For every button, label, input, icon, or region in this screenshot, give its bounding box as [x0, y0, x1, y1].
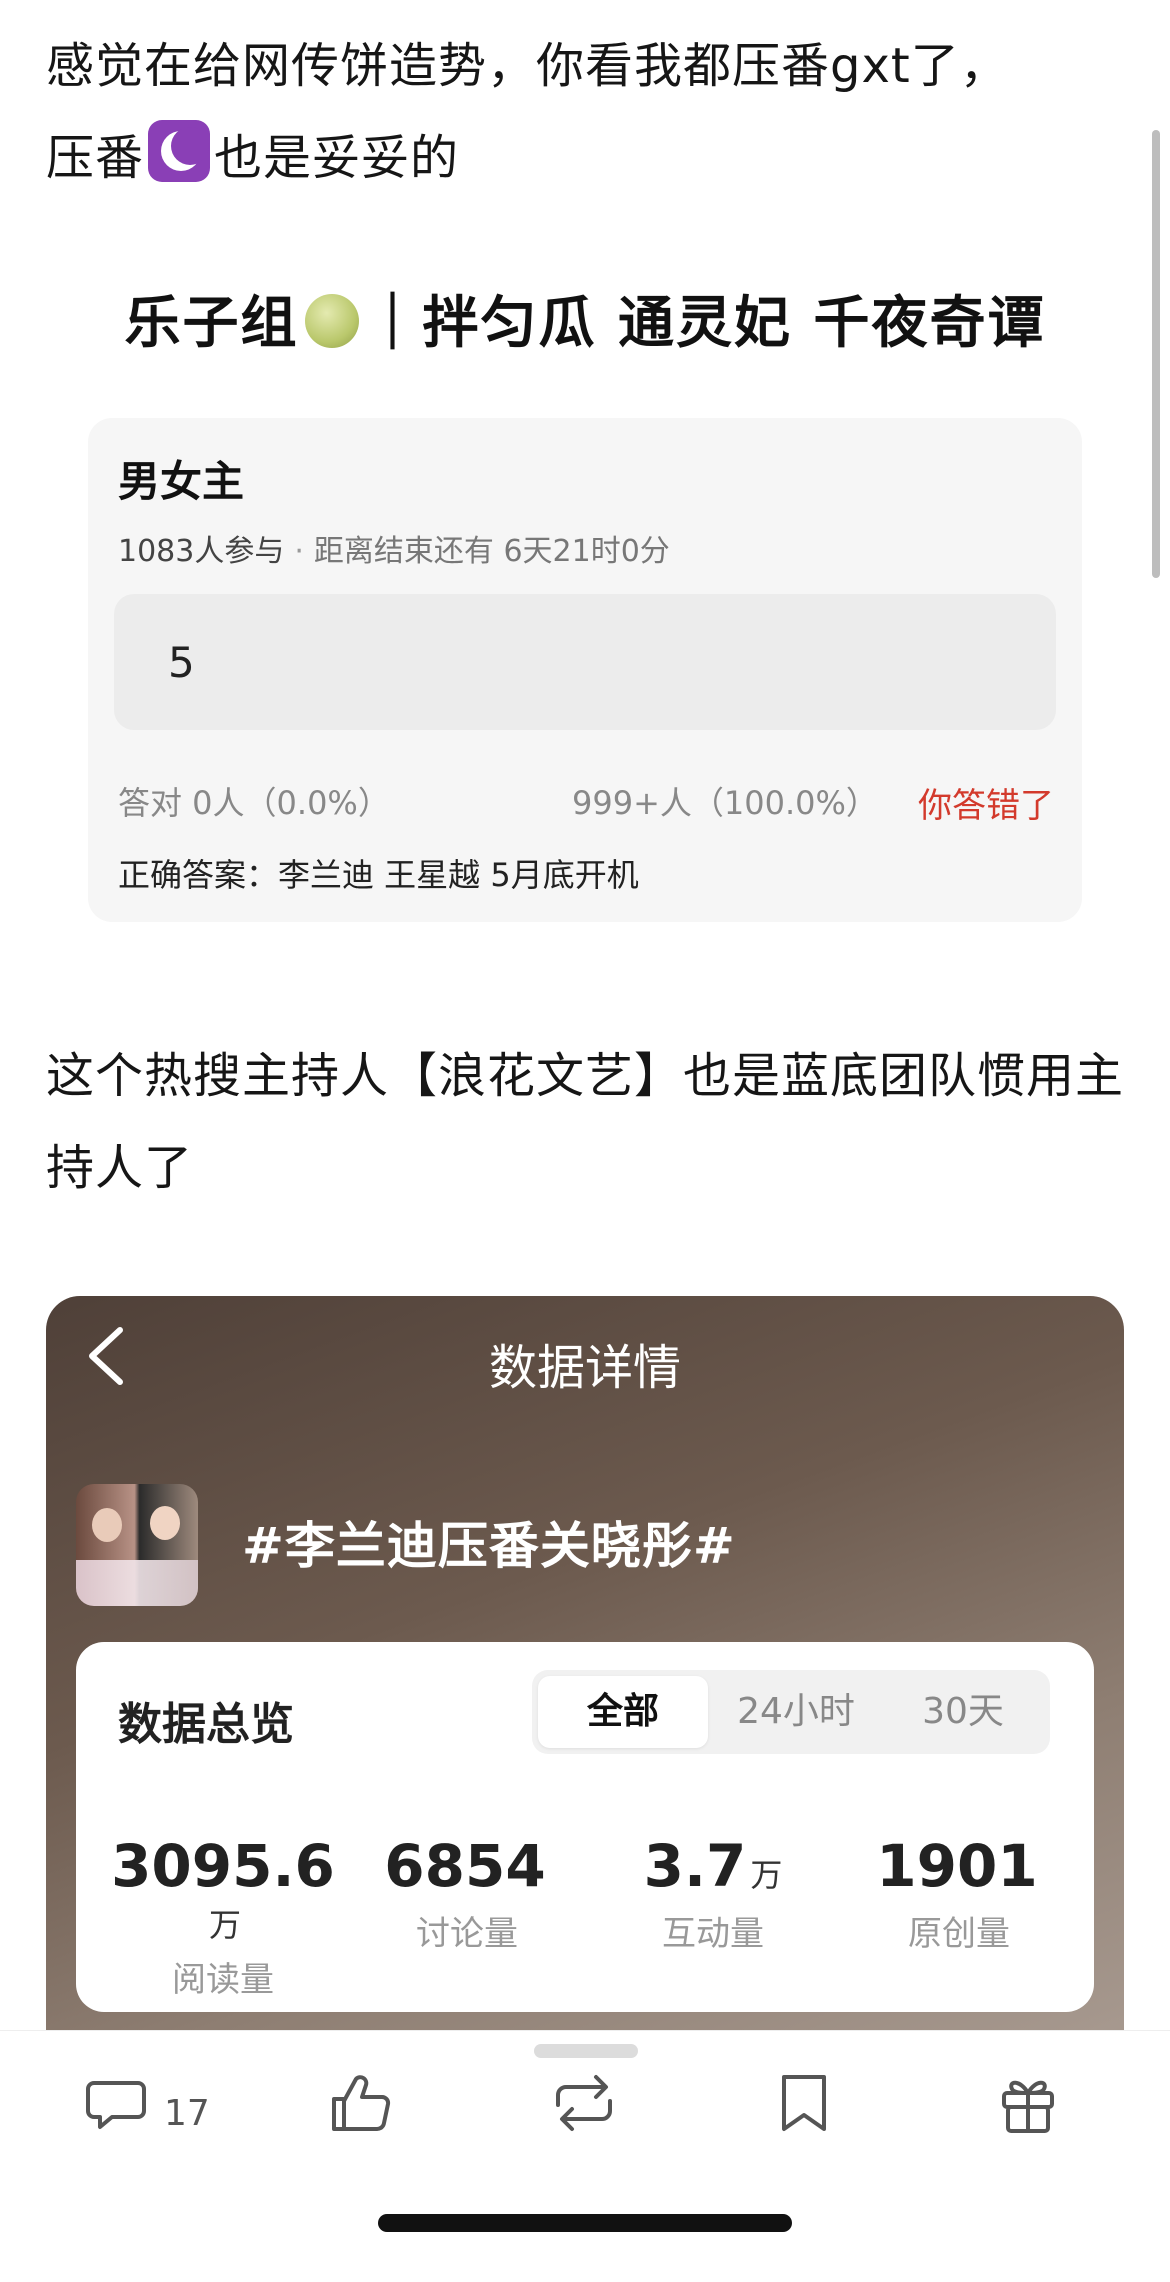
- quiz-meta: 1083人参与 · 距离结束还有 6天21时0分: [118, 526, 670, 570]
- data-overview-card: 数据总览 全部 24小时 30天 3095.6 万 阅读量 6854 讨论量 3.…: [76, 1642, 1094, 2012]
- tab-30d[interactable]: 30天: [882, 1676, 1044, 1748]
- tab-24h[interactable]: 24小时: [712, 1676, 880, 1748]
- metric-value: 6854: [384, 1832, 546, 1900]
- metric-unit: 万: [208, 1906, 241, 1944]
- metric-unit: 万: [750, 1856, 783, 1894]
- metric-originals: 1901 原创量: [834, 1832, 1084, 1955]
- wrong-stat: 999+人（100.0%）: [572, 784, 878, 822]
- post-line-1b: 压番: [46, 130, 145, 186]
- participants-count: 1083人参与: [118, 534, 285, 569]
- countdown: 距离结束还有 6天21时0分: [313, 534, 670, 569]
- data-detail-title: 数据详情: [488, 1340, 681, 1396]
- metric-value: 1901: [876, 1832, 1038, 1900]
- star-and-crescent-emoji-icon: ★: [148, 120, 211, 182]
- time-range-tabs: 全部 24小时 30天: [532, 1670, 1050, 1754]
- like-button[interactable]: [328, 2071, 398, 2151]
- favorite-button[interactable]: [776, 2071, 832, 2151]
- home-indicator[interactable]: [378, 2214, 792, 2232]
- post-text-2: 这个热搜主持人【浪花文艺】也是蓝底团队惯用主持人了: [46, 1030, 1136, 1214]
- comment-button[interactable]: 17: [84, 2071, 244, 2151]
- data-detail-screenshot: 数据详情 #李兰迪压番关晓彤# 数据总览 全部 24小时 30天 3095.6 万…: [46, 1296, 1124, 2036]
- gift-button[interactable]: [996, 2071, 1060, 2151]
- quiz-card[interactable]: 男女主 1083人参与 · 距离结束还有 6天21时0分 5 答对 0人（0.0%）…: [88, 418, 1082, 922]
- correct-stat: 答对 0人（0.0%）: [118, 784, 390, 822]
- metric-interactions: 3.7 万 互动量: [588, 1832, 838, 1955]
- thumbs-up-icon: [332, 2075, 391, 2132]
- my-answer-box: 5: [114, 594, 1056, 730]
- tab-all[interactable]: 全部: [538, 1676, 708, 1748]
- post-text-1: 感觉在给网传饼造势，你看我都压番gxt了， 压番 ★ 也是妥妥的: [46, 20, 1136, 204]
- post-line-2: 这个热搜主持人【浪花文艺】也是蓝底团队惯用主持人了: [46, 1048, 1125, 1196]
- metric-reads: 3095.6 万 阅读量: [98, 1832, 348, 2001]
- metric-label: 原创量: [908, 1914, 1010, 1954]
- metric-value: 3095.6: [111, 1832, 335, 1900]
- correct-answer: 正确答案：李兰迪 王星越 5月底开机: [118, 856, 639, 894]
- metric-label: 互动量: [662, 1914, 764, 1954]
- topic-avatar: [76, 1484, 198, 1606]
- metric-discussions: 6854 讨论量: [342, 1832, 592, 1955]
- quiz-group-title: 乐子组 ｜拌匀瓜 通灵妃 千夜奇谭: [0, 278, 1170, 359]
- my-answer: 5: [168, 638, 195, 687]
- comment-icon: [86, 2081, 146, 2129]
- quiz-group-topics: ｜拌匀瓜 通灵妃 千夜奇谭: [364, 291, 1046, 356]
- drag-handle[interactable]: [534, 2044, 638, 2058]
- bookmark-icon: [782, 2075, 826, 2131]
- topic-hashtag: #李兰迪压番关晓彤#: [242, 1517, 736, 1575]
- comment-count: 17: [164, 2093, 210, 2134]
- quiz-group-label: 乐子组: [124, 291, 299, 356]
- post-line-1: 感觉在给网传饼造势，你看我都压番gxt了，: [46, 38, 1009, 94]
- bottom-action-bar: 17: [0, 2030, 1170, 2282]
- repost-button[interactable]: [548, 2071, 620, 2151]
- post-line-1c: 也是妥妥的: [214, 130, 460, 186]
- metric-label: 讨论量: [416, 1914, 518, 1954]
- result-label: 你答错了: [918, 786, 1054, 826]
- overview-title: 数据总览: [118, 1699, 294, 1750]
- metric-label: 阅读量: [172, 1960, 274, 2000]
- melon-icon: [304, 294, 359, 348]
- meta-separator: ·: [294, 534, 304, 569]
- gift-icon: [1002, 2080, 1054, 2133]
- quiz-question: 男女主: [118, 457, 245, 506]
- repost-icon: [556, 2075, 612, 2131]
- metric-value: 3.7: [643, 1832, 747, 1900]
